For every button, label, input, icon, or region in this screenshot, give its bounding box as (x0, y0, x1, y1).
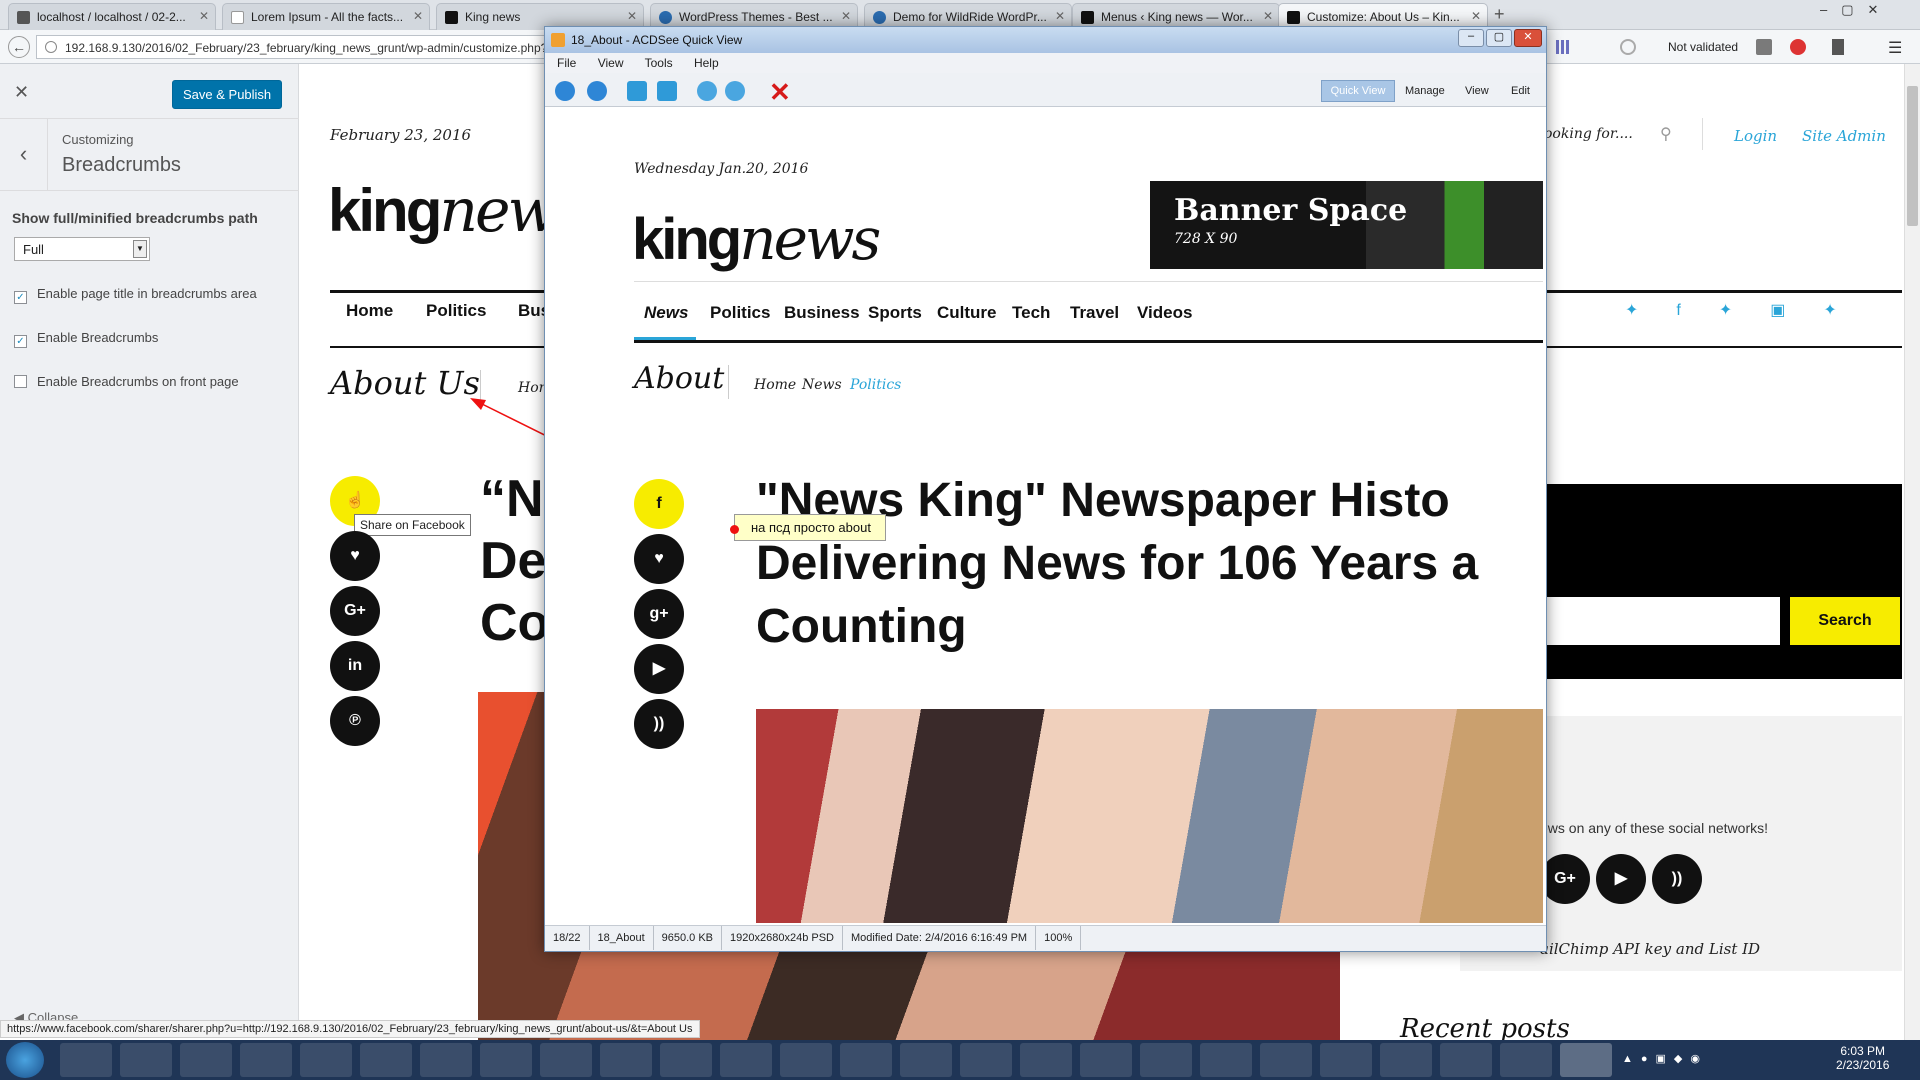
psd-nav-sports: Sports (868, 303, 922, 322)
maximize-button[interactable]: ▢ (1486, 29, 1512, 47)
psd-date: Wednesday Jan.20, 2016 (634, 161, 809, 177)
skype-icon[interactable] (1200, 1043, 1252, 1077)
psd-nav-top-rule (634, 281, 1543, 282)
eye-icon[interactable] (600, 1043, 652, 1077)
psd-facebook-icon: f (634, 479, 684, 529)
psd-logo: kingnews (632, 205, 881, 273)
psd-nav-travel: Travel (1070, 303, 1120, 322)
window-titlebar[interactable]: 18_About - ACDSee Quick View – ▢ ✕ (545, 27, 1546, 53)
annotation-note: на псд просто about (734, 514, 886, 541)
toolbar: ✕ Quick View Manage View Edit (545, 73, 1546, 107)
yandex-icon[interactable] (780, 1043, 832, 1077)
psd-crumb-news: News (802, 377, 842, 393)
banner-size: 728 X 90 (1174, 231, 1238, 247)
mode-view[interactable]: View (1465, 85, 1489, 97)
psd-nav-news: News (644, 303, 689, 322)
acdsee-taskbar-icon[interactable] (1560, 1043, 1612, 1077)
psd-crumb-politics: Politics (850, 377, 902, 393)
mode-quick-view[interactable]: Quick View (1321, 80, 1395, 102)
banner-space[interactable]: Banner Space 728 X 90 (1150, 181, 1543, 269)
menu-tools[interactable]: Tools (645, 56, 673, 70)
next-icon[interactable] (587, 81, 607, 101)
taskbar: ▲●▣◆◉ 6:03 PM 2/23/2016 (0, 1040, 1920, 1080)
notepad-icon[interactable] (120, 1043, 172, 1077)
status-zoom: 100% (1036, 926, 1082, 950)
psd-youtube-icon: ▶ (634, 644, 684, 694)
sublime-icon[interactable] (540, 1043, 592, 1077)
image-viewport[interactable]: Wednesday Jan.20, 2016 kingnews Banner S… (550, 109, 1543, 923)
menu-view[interactable]: View (598, 56, 624, 70)
psd-googleplus-icon: g+ (634, 589, 684, 639)
app-icon[interactable] (1020, 1043, 1072, 1077)
psd-nav-culture: Culture (937, 303, 997, 322)
edge-icon[interactable] (900, 1043, 952, 1077)
status-filename: 18_About (590, 926, 654, 950)
delete-icon[interactable]: ✕ (769, 77, 791, 108)
rotate-left-icon[interactable] (627, 81, 647, 101)
chrome-icon[interactable] (1440, 1043, 1492, 1077)
acdsee-icon (551, 33, 565, 47)
save-icon[interactable] (240, 1043, 292, 1077)
zoom-out-icon[interactable] (725, 81, 745, 101)
mode-manage[interactable]: Manage (1405, 85, 1445, 97)
status-modified: Modified Date: 2/4/2016 6:16:49 PM (843, 926, 1037, 950)
close-button[interactable]: ✕ (1514, 29, 1542, 47)
start-button[interactable] (6, 1042, 44, 1078)
divider (728, 365, 729, 399)
banner-title: Banner Space (1174, 193, 1408, 228)
explorer-icon[interactable] (1320, 1043, 1372, 1077)
anydesk-icon[interactable] (1080, 1043, 1132, 1077)
menu-file[interactable]: File (557, 56, 576, 70)
status-bar: 18/22 18_About 9650.0 KB 1920x2680x24b PSD M… (545, 925, 1546, 951)
skype-icon[interactable] (180, 1043, 232, 1077)
psd-nav-business: Business (784, 303, 860, 322)
psd-nav-active-marker (634, 337, 696, 340)
folder-icon[interactable] (1380, 1043, 1432, 1077)
menu-help[interactable]: Help (694, 56, 719, 70)
annotation-marker (730, 525, 739, 534)
mode-edit[interactable]: Edit (1511, 85, 1530, 97)
vlc-icon[interactable] (300, 1043, 352, 1077)
psd-nav-politics: Politics (710, 303, 771, 322)
firefox-icon[interactable] (660, 1043, 712, 1077)
telegram-icon[interactable] (1260, 1043, 1312, 1077)
filezilla-icon[interactable] (420, 1043, 472, 1077)
hangouts-icon[interactable] (1500, 1043, 1552, 1077)
status-filesize: 9650.0 KB (654, 926, 723, 950)
psd-headline: "News King" Newspaper Histo Delivering N… (756, 474, 1479, 653)
calculator-icon[interactable] (360, 1043, 412, 1077)
opera-icon[interactable] (840, 1043, 892, 1077)
psd-nav-bottom-rule (634, 340, 1543, 343)
clock[interactable]: 6:03 PM 2/23/2016 (1836, 1044, 1889, 1072)
previous-icon[interactable] (555, 81, 575, 101)
s-app-icon[interactable] (1140, 1043, 1192, 1077)
ie-icon[interactable] (720, 1043, 772, 1077)
chrome-icon[interactable] (60, 1043, 112, 1077)
psd-rss-icon: )) (634, 699, 684, 749)
psd-crumb-home: Home (754, 377, 797, 393)
psd-twitter-icon: ♥ (634, 534, 684, 584)
psd-article-image (756, 709, 1543, 923)
minimize-button[interactable]: – (1458, 29, 1484, 47)
arrow-head (470, 398, 486, 410)
status-dimensions: 1920x2680x24b PSD (722, 926, 843, 950)
rotate-right-icon[interactable] (657, 81, 677, 101)
acdsee-window: 18_About - ACDSee Quick View – ▢ ✕ File … (544, 26, 1547, 952)
zoom-in-icon[interactable] (697, 81, 717, 101)
media-icon[interactable] (480, 1043, 532, 1077)
psd-page-title: About (634, 361, 725, 396)
menu-bar: File View Tools Help (545, 53, 1546, 73)
psd-nav-videos: Videos (1137, 303, 1193, 322)
status-index: 18/22 (545, 926, 590, 950)
psd-nav-tech: Tech (1012, 303, 1051, 322)
tray-icons[interactable]: ▲●▣◆◉ (1622, 1052, 1708, 1065)
vivaldi-icon[interactable] (960, 1043, 1012, 1077)
